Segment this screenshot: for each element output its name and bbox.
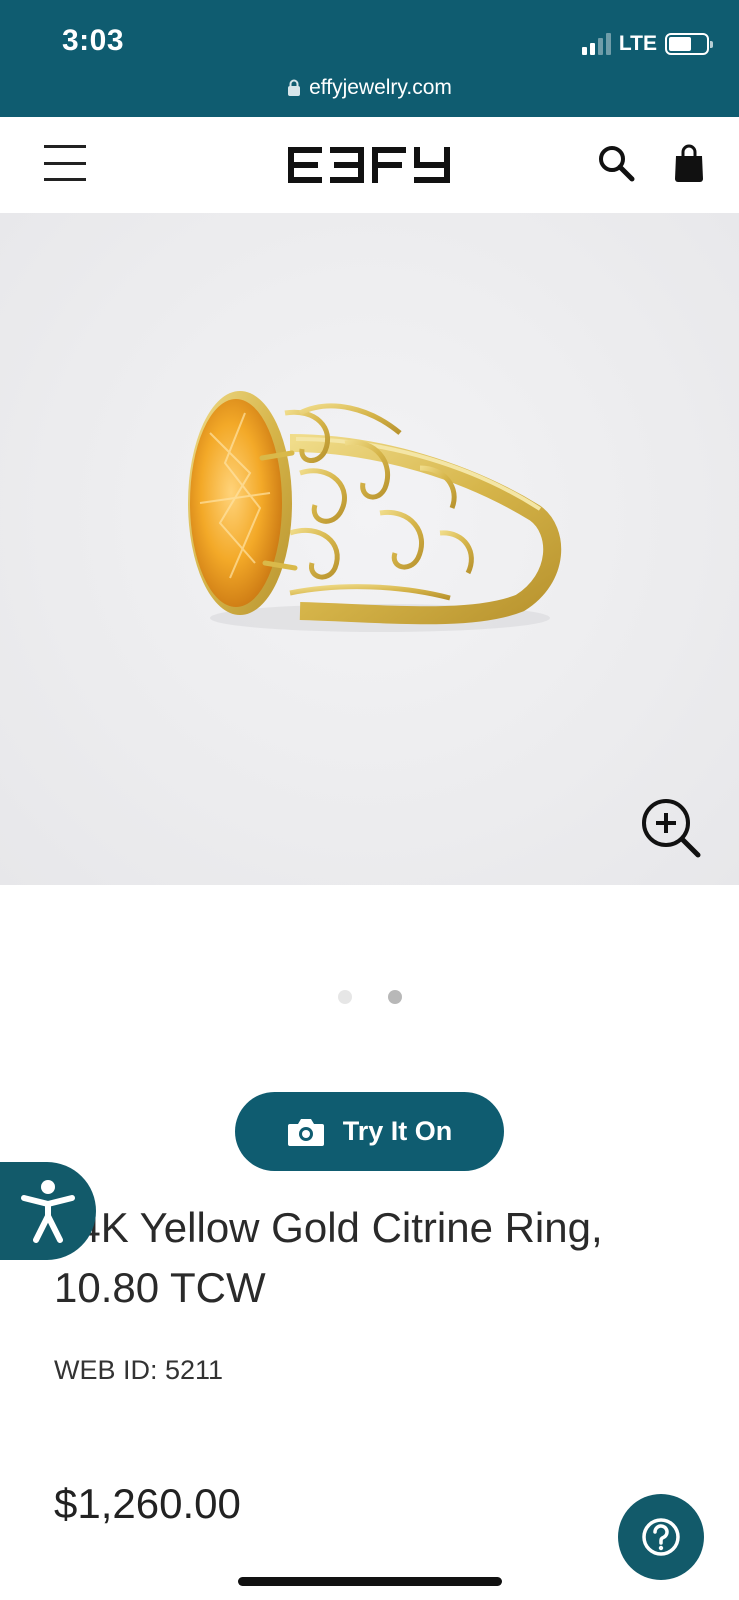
carousel-dot-1[interactable] [337, 990, 352, 1004]
lock-icon [288, 79, 301, 96]
battery-icon [665, 33, 713, 55]
browser-top-bar: 3:03 LTE effyjewelry.com [0, 0, 739, 117]
hamburger-menu-icon[interactable] [44, 145, 86, 181]
zoom-in-icon[interactable] [640, 797, 702, 859]
network-type: LTE [618, 32, 657, 55]
accessibility-icon [21, 1180, 75, 1243]
try-it-on-label: Try It On [342, 1116, 453, 1146]
site-header [0, 117, 739, 213]
url-text: effyjewelry.com [309, 76, 452, 99]
help-button[interactable] [618, 1494, 704, 1580]
status-time: 3:03 [62, 24, 125, 57]
product-title: 14K Yellow Gold Citrine Ring, 10.80 TCW [54, 1204, 603, 1311]
home-indicator [238, 1577, 502, 1586]
accessibility-button[interactable] [0, 1162, 96, 1260]
product-price: $1,260.00 [54, 1480, 241, 1527]
carousel-dots [0, 990, 739, 1004]
search-icon[interactable] [596, 143, 636, 183]
url-bar[interactable]: effyjewelry.com [0, 76, 739, 100]
carousel-dot-2[interactable] [387, 990, 402, 1004]
status-indicators: LTE [581, 30, 713, 58]
web-id: WEB ID: 5211 [54, 1355, 224, 1385]
signal-icon [581, 33, 611, 55]
effy-logo[interactable] [288, 147, 450, 183]
camera-icon [287, 1118, 324, 1146]
try-it-on-button[interactable]: Try It On [235, 1092, 504, 1171]
help-question-icon [642, 1518, 680, 1556]
citrine-ring-image [188, 391, 562, 632]
product-image[interactable] [0, 213, 739, 885]
shopping-bag-icon[interactable] [674, 143, 704, 183]
